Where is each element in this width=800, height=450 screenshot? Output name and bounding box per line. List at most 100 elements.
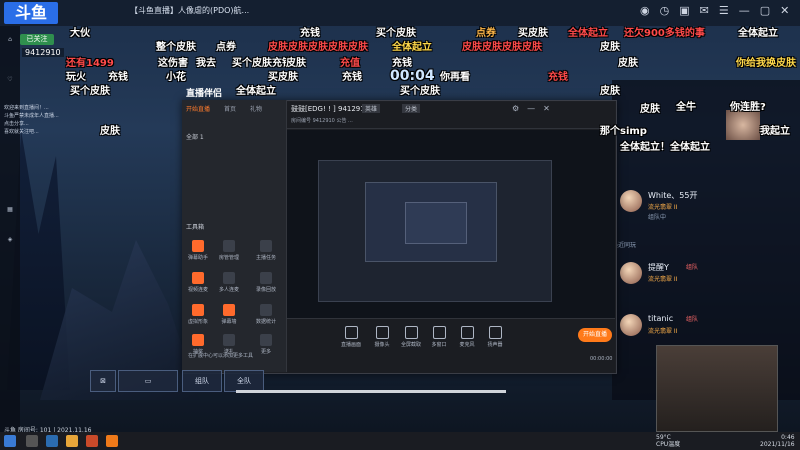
game-icon[interactable]: ◈ xyxy=(2,236,18,243)
close-icon[interactable]: ✕ xyxy=(543,104,550,113)
live-timer: 00:00:00 xyxy=(590,356,613,362)
danmaku-message: 全牛 xyxy=(676,102,696,113)
source-button[interactable]: 摄像头 xyxy=(367,326,397,348)
more-icon xyxy=(260,334,272,346)
stats-icon xyxy=(260,304,272,316)
danmaku-message: 你再看 xyxy=(440,72,470,83)
danmaku-message: 全体起立 xyxy=(236,86,276,97)
teammate-row[interactable]: White、55开 流光翡翠 II 组队中 xyxy=(620,190,790,221)
chat-notices: 欢迎来到直播间！... 斗鱼严禁未成年人直播... 点击分享... 喜欢就关注吧… xyxy=(4,104,94,136)
menu-icon[interactable]: ☰ xyxy=(719,4,729,17)
invite-button[interactable]: 组队 xyxy=(686,314,698,323)
danmaku-message: 充钱 xyxy=(108,72,128,83)
message-icon[interactable]: ✉ xyxy=(700,4,709,17)
history-icon[interactable]: ◷ xyxy=(660,4,670,17)
cpu-label: CPU温度 xyxy=(656,441,681,448)
danmaku-message: 买皮肤 xyxy=(268,72,298,83)
danmaku-message: 我去 xyxy=(196,58,216,69)
system-tray: 59°C CPU温度 xyxy=(656,434,680,448)
nav-start-live[interactable]: 开始直播 xyxy=(186,104,210,113)
teammate-name: 提醒Y xyxy=(648,263,669,272)
teammate-rank: 流光翡翠 II xyxy=(648,276,678,283)
category-icon[interactable]: ▦ xyxy=(2,206,18,213)
tab-title[interactable]: 【斗鱼直播】人像虐的(PDO)航... xyxy=(130,5,249,16)
tool-item[interactable]: 数据统计 xyxy=(252,304,280,325)
screen-icon xyxy=(344,326,358,339)
preview-recursion xyxy=(405,202,467,244)
nav-home[interactable]: 首页 xyxy=(224,104,236,113)
danmaku-message: 充值 xyxy=(340,58,360,69)
chat-icon[interactable]: ▭ xyxy=(118,370,178,392)
source-button[interactable]: 扬声器 xyxy=(480,326,510,348)
source-button[interactable]: 多窗口 xyxy=(424,326,454,348)
gift-icon xyxy=(223,334,235,346)
notice-line: 欢迎来到直播间！... xyxy=(4,105,49,111)
teammate-status: 组队中 xyxy=(648,214,667,221)
edge-icon[interactable] xyxy=(46,435,58,447)
source-button[interactable]: 直播画面 xyxy=(336,326,366,348)
tool-item[interactable]: 主播任务 xyxy=(252,240,280,261)
minimize-icon[interactable]: — xyxy=(527,104,535,113)
follow-list-icon[interactable]: ♡ xyxy=(2,76,18,83)
site-logo[interactable]: 斗鱼 xyxy=(4,2,58,24)
maximize-icon[interactable]: ▢ xyxy=(760,4,770,17)
speaker-icon xyxy=(488,326,502,339)
teammate-row[interactable]: 提醒Y 组队 流光翡翠 II xyxy=(620,262,790,292)
danmaku-message: 皮肤 xyxy=(600,86,620,97)
streaming-app-icon[interactable] xyxy=(106,435,118,447)
settings-icon[interactable]: ⚙ xyxy=(512,104,519,113)
multi-mic-icon xyxy=(223,272,235,284)
tool-item[interactable]: 弹幕墙 xyxy=(215,304,243,325)
room-id: 9412910 xyxy=(22,48,64,57)
room-category[interactable]: 分类 xyxy=(402,104,421,113)
danmaku-message: 皮肤 xyxy=(100,126,120,137)
window-controls: ◉ ◷ ▣ ✉ ☰ — ▢ ✕ xyxy=(640,4,789,17)
explorer-icon[interactable] xyxy=(66,435,78,447)
tool-item[interactable]: 虚拟形象 xyxy=(184,304,212,325)
app-icon[interactable] xyxy=(86,435,98,447)
notice-line: 点击分享... xyxy=(4,121,29,127)
left-sidebar: ⌂ ♡ ▦ ◈ xyxy=(0,26,20,432)
danmaku-message: 买皮肤 xyxy=(518,28,548,39)
avatar-icon xyxy=(192,304,204,316)
danmaku-message: 小花 xyxy=(166,72,186,83)
tool-item[interactable]: 房管管理 xyxy=(215,240,243,261)
search-icon[interactable] xyxy=(26,435,38,447)
replay-icon xyxy=(260,272,272,284)
danmaku-message: 皮肤 xyxy=(600,42,620,53)
hud-button[interactable]: ⊠ xyxy=(90,370,116,392)
tool-item[interactable]: 视频连麦 xyxy=(184,272,212,293)
danmaku-message: 点券 xyxy=(476,28,496,39)
toolbox-tip: 在扩展中心可以添加更多工具 xyxy=(188,353,254,359)
admin-icon xyxy=(223,240,235,252)
invite-button[interactable]: 组队 xyxy=(686,262,698,271)
teammate-row[interactable]: titanic 组队 流光翡翠 II xyxy=(620,314,790,344)
team-button[interactable]: 组队 xyxy=(182,370,222,392)
danmaku-message: 皮肤 xyxy=(640,104,660,115)
tool-item[interactable]: 多人连麦 xyxy=(215,272,243,293)
nav-gifts[interactable]: 礼物 xyxy=(250,104,262,113)
gift-icon[interactable]: ▣ xyxy=(679,4,689,17)
home-icon[interactable]: ⌂ xyxy=(2,36,18,43)
follow-button[interactable]: 已关注 xyxy=(20,34,54,45)
camera-icon xyxy=(375,326,389,339)
source-button[interactable]: 全屏截取 xyxy=(396,326,426,348)
tool-item[interactable]: 更多 xyxy=(252,334,280,355)
minimize-icon[interactable]: — xyxy=(739,4,750,17)
start-live-button[interactable]: 开始直播 xyxy=(578,328,612,342)
avatar[interactable]: ◉ xyxy=(640,4,650,17)
start-icon[interactable] xyxy=(4,435,16,447)
avatar xyxy=(620,262,642,284)
room-tag[interactable]: 英雄 xyxy=(362,104,381,113)
scene-list-item[interactable]: 全部 1 xyxy=(186,132,204,141)
danmaku-message: 这伤害 xyxy=(158,58,188,69)
danmaku-message: 还欠900多钱的事 xyxy=(624,28,705,39)
danmaku-message: 你给我换皮肤 xyxy=(736,58,796,69)
teammate-name: White、55开 xyxy=(648,191,698,200)
clock[interactable]: 0:46 2021/11/16 xyxy=(760,434,795,448)
close-icon[interactable]: ✕ xyxy=(780,4,789,17)
tool-item[interactable]: 录像回放 xyxy=(252,272,280,293)
source-button[interactable]: 麦克风 xyxy=(452,326,482,348)
all-chat-button[interactable]: 全队 xyxy=(224,370,264,392)
tool-item[interactable]: 弹幕助手 xyxy=(184,240,212,261)
